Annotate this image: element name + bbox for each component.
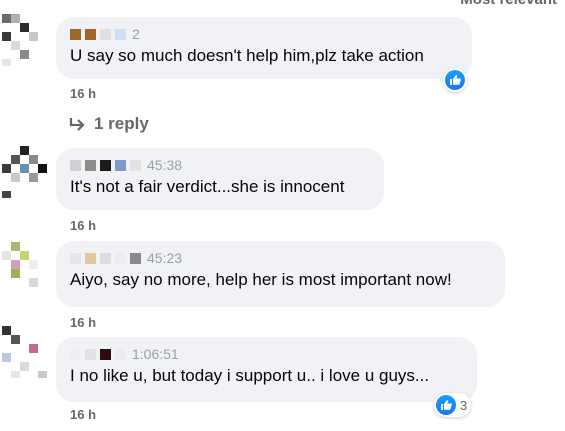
reaction-count: 3 <box>460 397 468 413</box>
comment-text: Aiyo, say no more, help her is most impo… <box>70 270 452 289</box>
comment-text: I no like u, but today i support u.. i l… <box>70 366 430 385</box>
avatar[interactable] <box>2 146 54 198</box>
comment-text: U say so much doesn't help him,plz take … <box>70 46 424 65</box>
meta-value: 45:38 <box>147 157 183 173</box>
author-name-redacted[interactable] <box>70 348 126 360</box>
comment-meta: 1:06:51 <box>70 345 463 363</box>
reaction-badge[interactable] <box>443 68 467 92</box>
author-name-redacted[interactable] <box>70 28 126 40</box>
comment-time[interactable]: 16 h <box>70 407 96 422</box>
comment-time[interactable]: 16 h <box>70 86 96 101</box>
avatar[interactable] <box>2 242 54 294</box>
like-icon <box>445 70 465 90</box>
author-name-redacted[interactable] <box>70 252 141 264</box>
meta-value: 45:23 <box>147 250 183 266</box>
author-name-redacted[interactable] <box>70 159 141 171</box>
avatar[interactable] <box>2 326 54 378</box>
view-replies-link[interactable]: 1 reply <box>68 114 149 134</box>
comment-meta: 2 <box>70 25 458 43</box>
comment-meta: 45:23 <box>70 249 491 267</box>
comment-bubble: 45:38 It's not a fair verdict...she is i… <box>56 148 384 210</box>
reaction-badge[interactable]: 3 <box>434 393 472 417</box>
comment-time[interactable]: 16 h <box>70 218 96 233</box>
like-icon <box>436 395 456 415</box>
reply-arrow-icon <box>69 118 85 131</box>
sort-dropdown[interactable]: Most relevant <box>460 0 557 8</box>
avatar[interactable] <box>2 14 54 66</box>
reply-count-label: 1 reply <box>94 114 149 133</box>
comment-time[interactable]: 16 h <box>70 315 96 330</box>
comment-bubble: 1:06:51 I no like u, but today i support… <box>56 337 477 402</box>
comment-bubble: 45:23 Aiyo, say no more, help her is mos… <box>56 241 505 307</box>
meta-value: 1:06:51 <box>132 346 179 362</box>
comment-text: It's not a fair verdict...she is innocen… <box>70 177 345 196</box>
comment-meta: 45:38 <box>70 156 370 174</box>
comment-bubble: 2 U say so much doesn't help him,plz tak… <box>56 17 472 79</box>
meta-value: 2 <box>132 26 140 42</box>
